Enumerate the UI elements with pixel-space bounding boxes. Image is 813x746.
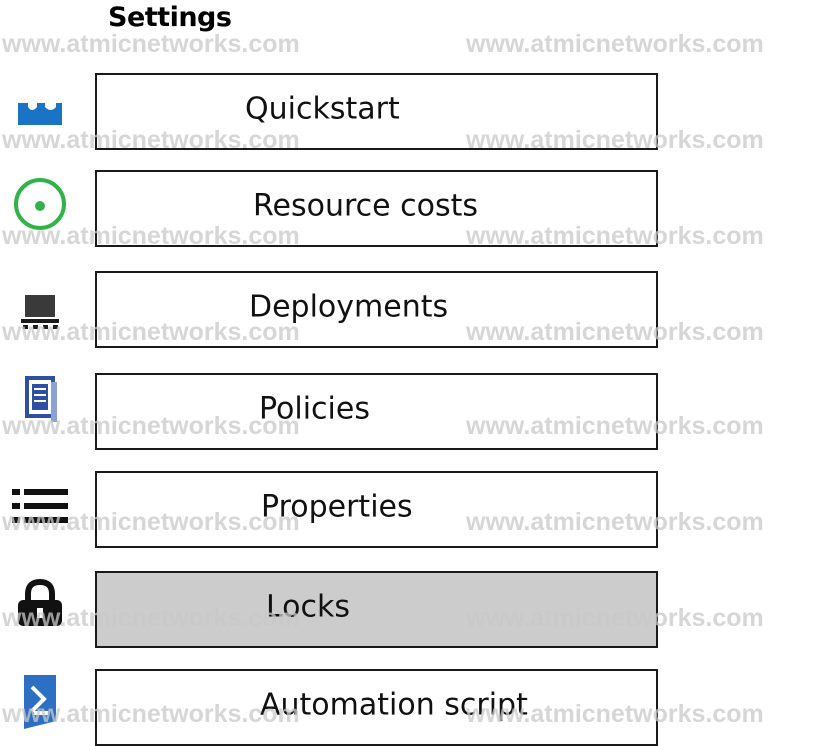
sidebar-item-properties[interactable]: Properties bbox=[95, 471, 658, 548]
sidebar-item-label: Policies bbox=[259, 391, 370, 427]
sidebar-item-label: Quickstart bbox=[245, 91, 400, 127]
sidebar-item-label: Locks bbox=[266, 589, 351, 625]
watermark: www.atmicnetworks.com bbox=[2, 30, 300, 58]
deployments-icon bbox=[8, 280, 72, 344]
sidebar-item-label: Properties bbox=[261, 489, 413, 525]
automation-script-icon bbox=[8, 670, 72, 734]
sidebar-item-label: Automation script bbox=[260, 687, 528, 723]
sidebar-item-label: Deployments bbox=[249, 289, 449, 325]
properties-list-icon bbox=[8, 474, 72, 538]
cloud-quickstart-icon bbox=[8, 80, 72, 144]
watermark: www.atmicnetworks.com bbox=[466, 30, 764, 58]
settings-title: Settings bbox=[108, 2, 232, 33]
sidebar-item-resource-costs[interactable]: Resource costs bbox=[95, 170, 658, 247]
resource-costs-icon bbox=[8, 172, 72, 236]
sidebar-item-policies[interactable]: Policies bbox=[95, 373, 658, 450]
sidebar-item-locks[interactable]: Locks bbox=[95, 571, 658, 648]
sidebar-item-deployments[interactable]: Deployments bbox=[95, 271, 658, 348]
sidebar-item-quickstart[interactable]: Quickstart bbox=[95, 73, 658, 150]
lock-icon bbox=[8, 572, 72, 636]
policies-icon bbox=[8, 368, 72, 432]
sidebar-item-automation-script[interactable]: Automation script bbox=[95, 669, 658, 746]
sidebar-item-label: Resource costs bbox=[253, 188, 478, 224]
